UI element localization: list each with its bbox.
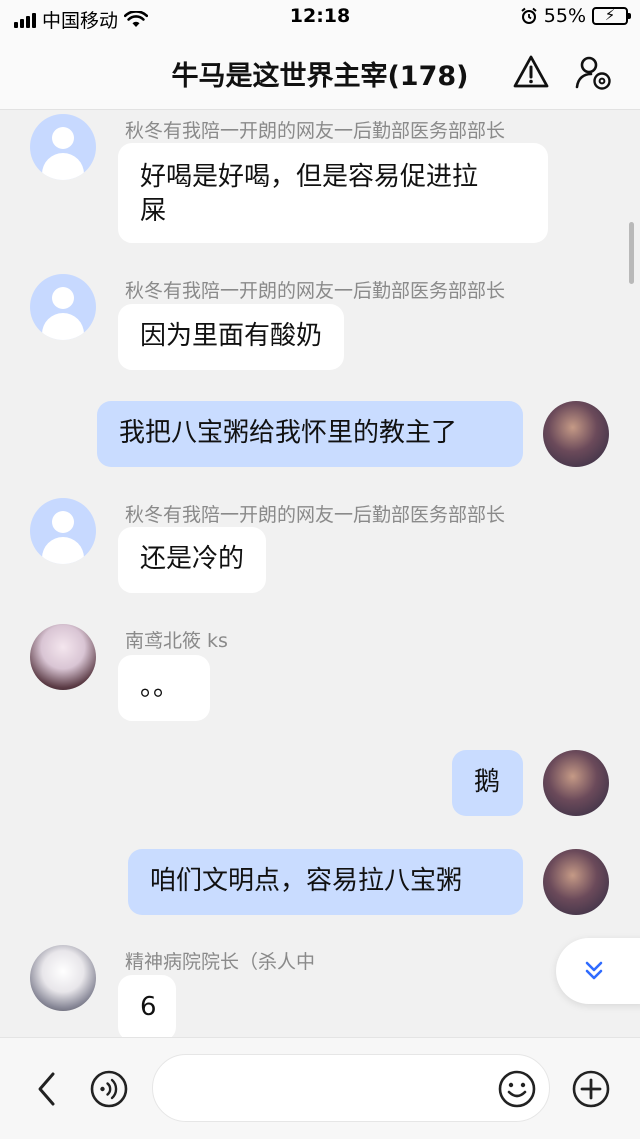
message-text: 。。 xyxy=(140,672,180,702)
chevron-left-icon[interactable] xyxy=(34,1070,58,1108)
sender-name: 秋冬有我陪一开朗的网友一后勤部医务部部长 xyxy=(125,120,506,142)
message-text-line: 屎 xyxy=(140,196,167,226)
sender-name: 南鸢北筱 ks xyxy=(125,630,228,652)
message-input[interactable] xyxy=(177,1069,477,1109)
self-avatar[interactable] xyxy=(543,849,609,915)
message-text: 6 xyxy=(140,992,157,1022)
status-bar: 中国移动 12:18 55% ⚡ xyxy=(0,0,640,36)
chat-header: 牛马是这世界主宰(178) xyxy=(0,36,640,110)
self-avatar[interactable] xyxy=(543,401,609,467)
sender-name: 精神病院院长（杀人中 xyxy=(125,951,316,973)
chat-screen: 中国移动 12:18 55% ⚡ 牛马是这世界主宰(178) 秋冬有我陪一开朗的… xyxy=(0,0,640,1139)
double-chevron-down-icon xyxy=(585,961,603,980)
avatar[interactable] xyxy=(30,624,96,690)
group-settings-icon[interactable] xyxy=(574,52,614,92)
battery-percent: 55% xyxy=(543,5,586,27)
avatar[interactable] xyxy=(30,114,96,180)
avatar[interactable] xyxy=(30,498,96,564)
message-bubble[interactable]: 还是冷的 xyxy=(118,527,267,593)
scrollbar[interactable] xyxy=(629,222,634,284)
message-text: 鹅 xyxy=(474,767,501,797)
message-bubble-outgoing[interactable]: 鹅 xyxy=(452,750,523,816)
input-bar xyxy=(0,1037,640,1139)
status-right: 55% ⚡ xyxy=(520,5,631,27)
avatar[interactable] xyxy=(30,945,96,1011)
emoji-icon[interactable] xyxy=(497,1069,537,1109)
message-bubble[interactable]: 因为里面有酸奶 xyxy=(118,304,345,370)
alarm-icon xyxy=(521,7,537,24)
message-text: 还是冷的 xyxy=(140,544,245,574)
message-bubble-outgoing[interactable]: 咱们文明点，容易拉八宝粥 xyxy=(128,849,523,915)
voice-icon[interactable] xyxy=(89,1069,129,1109)
self-avatar[interactable] xyxy=(543,750,609,816)
group-title[interactable]: 牛马是这世界主宰(178) xyxy=(150,54,490,93)
sender-name: 秋冬有我陪一开朗的网友一后勤部医务部部长 xyxy=(125,504,506,526)
message-text: 咱们文明点，容易拉八宝粥 xyxy=(150,866,463,896)
message-bubble-outgoing[interactable]: 我把八宝粥给我怀里的教主了 xyxy=(97,401,523,467)
message-bubble[interactable]: 好喝是好喝，但是容易促进拉 屎 xyxy=(118,143,548,243)
battery-icon: ⚡ xyxy=(592,6,631,25)
scroll-to-bottom-button[interactable] xyxy=(556,938,640,1004)
message-bubble[interactable]: 6 xyxy=(118,975,176,1041)
message-input-box[interactable] xyxy=(152,1054,550,1122)
message-bubble[interactable]: 。。 xyxy=(118,655,210,721)
message-text: 我把八宝粥给我怀里的教主了 xyxy=(119,418,458,448)
avatar[interactable] xyxy=(30,274,96,340)
charging-bolt-icon: ⚡ xyxy=(604,6,616,24)
warning-icon[interactable] xyxy=(511,52,551,92)
plus-circle-icon[interactable] xyxy=(571,1069,611,1109)
sender-name: 秋冬有我陪一开朗的网友一后勤部医务部部长 xyxy=(125,280,506,302)
message-text-line: 好喝是好喝，但是容易促进拉 xyxy=(140,162,479,192)
message-text: 因为里面有酸奶 xyxy=(140,321,323,351)
